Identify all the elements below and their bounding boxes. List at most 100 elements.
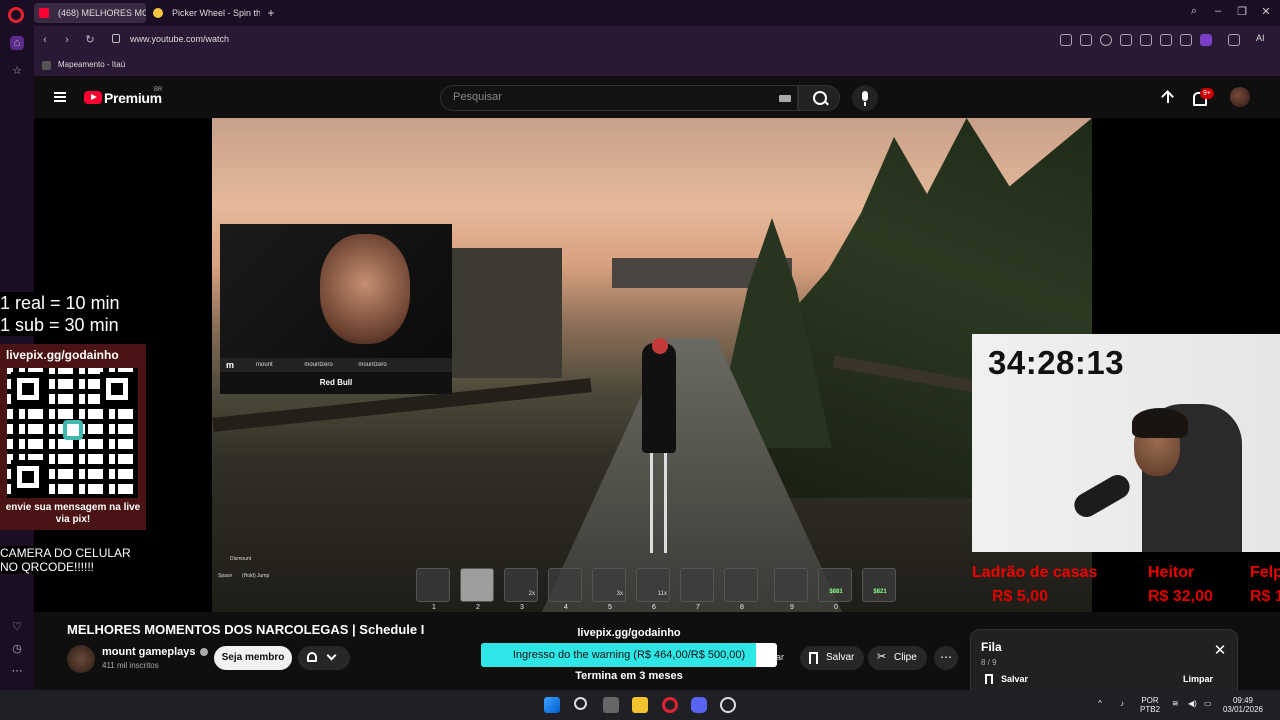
more-actions-button[interactable]: ⋯ xyxy=(934,646,958,670)
queue-save-button[interactable]: Salvar xyxy=(1001,674,1028,684)
heart-icon[interactable]: ♡ xyxy=(10,620,24,633)
streamer-face xyxy=(320,234,410,344)
hotbar-slot[interactable]: 3x 5 xyxy=(592,568,626,611)
game-character xyxy=(642,343,676,453)
slot-number: 0 xyxy=(834,604,838,611)
slot-number: 3 xyxy=(520,604,524,611)
extensions-icon[interactable] xyxy=(1228,34,1240,46)
keyboard-language[interactable]: POR PTB2 xyxy=(1140,696,1160,714)
minimize-button[interactable]: – xyxy=(1210,5,1226,17)
hud-hint-key: Space xyxy=(218,573,233,579)
tab-picker-wheel[interactable]: Picker Wheel - Spin the W xyxy=(148,3,260,23)
bookmark-icon xyxy=(809,652,818,664)
hotbar-slot[interactable]: 2x 3 xyxy=(504,568,538,611)
share-button[interactable]: ar xyxy=(776,652,784,662)
hotbar-slot[interactable]: 8 xyxy=(724,568,758,611)
camera-icon[interactable] xyxy=(1080,34,1092,46)
settings-icon[interactable] xyxy=(720,697,736,713)
upload-icon[interactable] xyxy=(1160,90,1176,106)
close-window-button[interactable]: ✕ xyxy=(1258,5,1274,18)
video-player[interactable]: Dismount Space (Hold) Jump mount mountze… xyxy=(34,118,1280,612)
task-view-icon[interactable] xyxy=(603,697,619,713)
profile-icon[interactable] xyxy=(1200,34,1212,46)
more-icon[interactable]: ⋯ xyxy=(10,664,24,677)
slot-number: 5 xyxy=(608,604,612,611)
channel-name[interactable]: mount gameplays xyxy=(102,646,208,658)
volume-icon[interactable]: ◀) xyxy=(1188,699,1197,708)
opera-logo-icon[interactable] xyxy=(8,7,24,23)
search-button[interactable] xyxy=(798,85,840,111)
bookmark-item[interactable]: Mapeamento - Itaú xyxy=(58,60,125,69)
keyboard-icon[interactable] xyxy=(779,95,791,102)
subscribed-button[interactable] xyxy=(298,646,350,670)
search-input[interactable] xyxy=(453,91,753,103)
shield-icon[interactable] xyxy=(1100,34,1112,46)
hotbar-slot[interactable]: 1 xyxy=(416,568,450,611)
tab-youtube[interactable]: (468) MELHORES MO xyxy=(34,3,146,23)
tray-chevron-icon[interactable]: ^ xyxy=(1098,699,1102,708)
hotbar-slot[interactable]: $881 0 xyxy=(818,568,852,611)
ai-button[interactable]: AI xyxy=(1256,33,1265,43)
donation-ticker: Ladrão de casas R$ 5,00 Heitor R$ 32,00 … xyxy=(972,564,1280,612)
download-icon[interactable] xyxy=(1160,34,1172,46)
bookmarks-bar: Mapeamento - Itaú xyxy=(34,54,1280,76)
voice-search-button[interactable] xyxy=(852,85,878,111)
youtube-logo-icon[interactable] xyxy=(84,91,102,104)
bookmark-icon[interactable] xyxy=(985,674,993,684)
heart-icon[interactable] xyxy=(1140,34,1152,46)
instagram-handle: mountzero xyxy=(304,362,333,368)
hotbar-slot[interactable]: 2 xyxy=(460,568,494,611)
discord-icon[interactable] xyxy=(691,697,707,713)
pix-goal-text: Ingresso do the warning (R$ 464,00/R$ 50… xyxy=(512,649,746,661)
notification-badge: 9+ xyxy=(1200,88,1214,99)
hotbar-slot[interactable]: 7 xyxy=(680,568,714,611)
reload-button[interactable]: ↻ xyxy=(83,33,97,47)
microphone-icon[interactable]: ♪ xyxy=(1120,699,1124,708)
back-button[interactable]: ‹ xyxy=(38,33,52,47)
forward-button[interactable]: › xyxy=(60,33,74,47)
ticker-name: Felps xyxy=(1250,564,1280,581)
queue-panel: Fila 8 / 9 ✕ Salvar Limpar xyxy=(970,629,1238,691)
stilt-shape xyxy=(664,453,667,553)
hotbar-slot[interactable]: $821 xyxy=(862,568,896,602)
bookmark-favicon-icon xyxy=(42,61,51,70)
pix-goal-url: livepix.gg/godainho xyxy=(577,627,681,639)
channel-avatar[interactable] xyxy=(67,645,95,673)
opera-icon[interactable] xyxy=(662,697,678,713)
save-button[interactable]: Salvar xyxy=(800,646,865,670)
search-icon[interactable] xyxy=(574,697,587,710)
new-tab-button[interactable]: + xyxy=(264,6,278,20)
url-field[interactable]: www.youtube.com/watch xyxy=(130,34,229,44)
queue-clear-button[interactable]: Limpar xyxy=(1183,674,1213,684)
hud-hint-dismount: Dismount xyxy=(230,556,252,562)
avatar[interactable] xyxy=(1230,87,1250,107)
battery-icon[interactable]: ▭ xyxy=(1204,699,1212,708)
hotbar-slot[interactable]: 4 xyxy=(548,568,582,611)
streamer-webcam: mount mountzero mountzero m Red Bull xyxy=(220,224,452,394)
join-button[interactable]: Seja membro xyxy=(214,646,292,670)
youtube-favicon-icon xyxy=(39,8,49,18)
player-icon[interactable] xyxy=(1120,34,1132,46)
queue-count: 8 / 9 xyxy=(981,658,997,667)
maximize-button[interactable]: ❐ xyxy=(1234,5,1250,18)
channel-name-text[interactable]: mount gameplays xyxy=(102,646,196,658)
social-handles: mount mountzero mountzero xyxy=(220,358,452,372)
wifi-icon[interactable]: ≋ xyxy=(1172,699,1179,708)
home-icon[interactable]: ⌂ xyxy=(10,36,24,50)
clock[interactable]: 09:49 03/01/2026 xyxy=(1218,696,1268,714)
search-tabs-icon[interactable]: ⌕ xyxy=(1186,5,1202,18)
hotbar-slot[interactable]: 9 xyxy=(774,568,808,611)
menu-icon[interactable] xyxy=(1180,34,1192,46)
windows-start-icon[interactable] xyxy=(544,697,560,713)
history-icon[interactable]: ◷ xyxy=(10,642,24,655)
star-icon[interactable]: ☆ xyxy=(10,64,24,78)
queue-title: Fila xyxy=(981,640,1002,654)
hotbar-slot[interactable]: 11x 6 xyxy=(636,568,670,611)
file-explorer-icon[interactable] xyxy=(632,697,648,713)
hamburger-menu-icon[interactable] xyxy=(54,92,66,102)
clip-button[interactable]: ✂ Clipe xyxy=(868,646,927,670)
bell-icon xyxy=(307,652,317,662)
close-icon[interactable]: ✕ xyxy=(1213,643,1227,658)
edit-icon[interactable] xyxy=(1060,34,1072,46)
hud-hint-jump: (Hold) Jump xyxy=(242,573,270,579)
